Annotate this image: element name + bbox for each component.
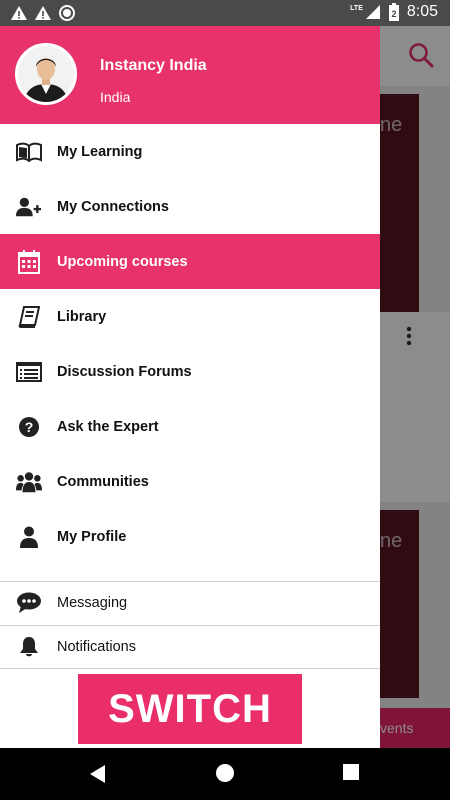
menu-item-library[interactable]: Library [0, 289, 380, 344]
drawer-menu: My Learning My Connections Upcoming cour… [0, 124, 380, 564]
menu-item-my-profile[interactable]: My Profile [0, 509, 380, 564]
menu-item-label: Communities [57, 473, 149, 490]
group-icon [16, 469, 42, 495]
drawer-header[interactable]: Instancy India India [0, 26, 380, 124]
menu-item-label: My Profile [57, 528, 127, 545]
list-icon [16, 359, 42, 385]
divider [0, 668, 380, 669]
user-location: India [100, 89, 131, 105]
menu-item-label: My Connections [57, 198, 169, 215]
menu-item-label: Messaging [57, 595, 128, 611]
book-icon [16, 304, 42, 330]
brand-logo: SWITCH [78, 674, 302, 744]
system-navigation-bar [0, 748, 450, 800]
battery-icon: 2 [388, 3, 399, 21]
menu-item-label: Ask the Expert [57, 418, 159, 435]
record-icon [59, 5, 75, 21]
recents-button[interactable] [343, 764, 359, 785]
menu-item-my-connections[interactable]: My Connections [0, 179, 380, 234]
menu-item-ask-the-expert[interactable]: ? Ask the Expert [0, 399, 380, 454]
menu-item-label: Discussion Forums [57, 363, 192, 380]
menu-item-notifications[interactable]: Notifications [0, 626, 380, 668]
network-type: LTE [350, 4, 363, 12]
logo-text: SWITCH [108, 686, 272, 731]
status-notifications [10, 4, 76, 22]
avatar[interactable] [15, 43, 77, 105]
status-time: 8:05 [406, 3, 438, 20]
drawer-scrim[interactable] [380, 26, 450, 748]
book-open-icon [16, 139, 42, 165]
calendar-icon [16, 249, 42, 275]
menu-item-messaging[interactable]: Messaging [0, 582, 380, 624]
status-bar: LTE 2 8:05 [0, 0, 450, 26]
svg-text:2: 2 [391, 9, 396, 19]
menu-item-label: Notifications [57, 639, 136, 655]
menu-item-label: My Learning [57, 143, 143, 160]
menu-item-my-learning[interactable]: My Learning [0, 124, 380, 179]
menu-item-label: Library [57, 308, 107, 325]
warning-icon [11, 6, 27, 20]
person-icon [16, 524, 42, 550]
menu-item-communities[interactable]: Communities [0, 454, 380, 509]
user-name: Instancy India [100, 57, 207, 74]
question-icon: ? [16, 414, 42, 440]
add-user-icon [16, 194, 42, 220]
warning-icon [35, 6, 51, 20]
menu-item-label: Upcoming courses [57, 253, 188, 270]
bell-icon [16, 634, 42, 660]
home-button[interactable] [215, 763, 235, 788]
svg-text:?: ? [25, 419, 34, 435]
signal-icon [365, 5, 380, 19]
menu-item-upcoming-courses[interactable]: Upcoming courses [0, 234, 380, 289]
navigation-drawer: Instancy India India My Learning My Conn… [0, 26, 380, 748]
chat-bubble-icon [16, 590, 42, 616]
back-button[interactable] [89, 764, 107, 789]
menu-item-discussion-forums[interactable]: Discussion Forums [0, 344, 380, 399]
